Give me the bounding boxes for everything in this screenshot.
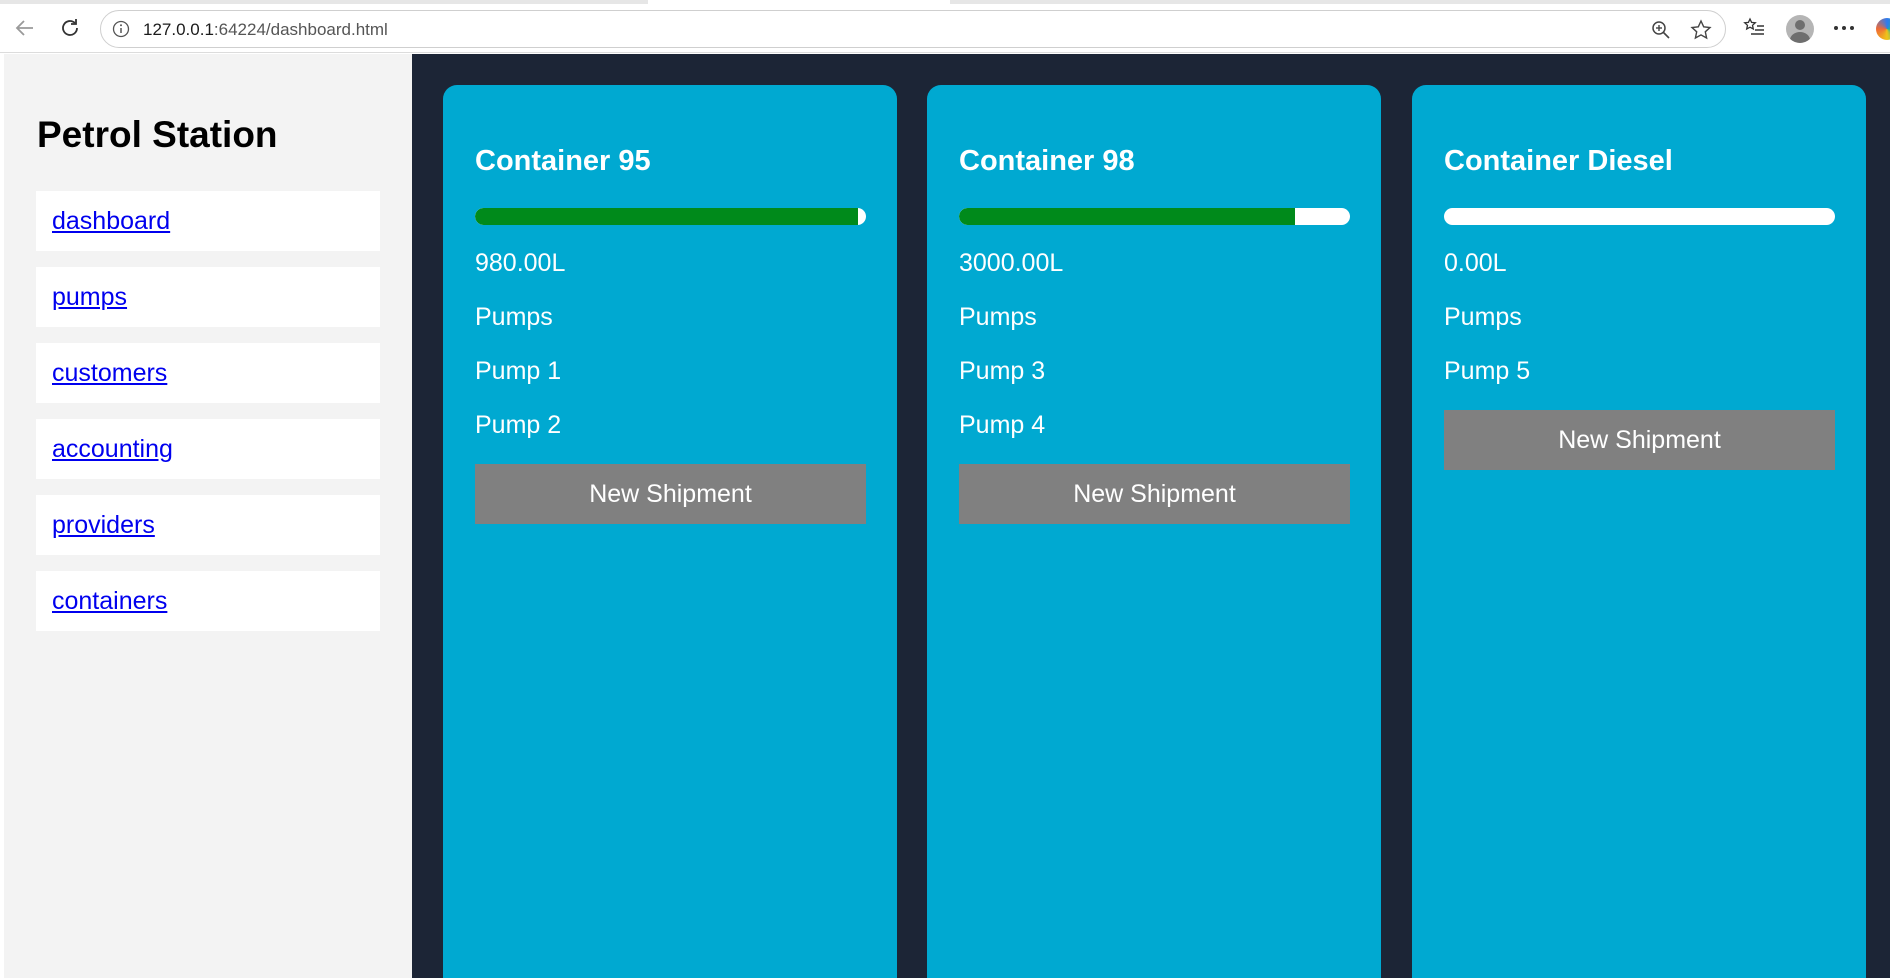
pumps-heading: Pumps (1444, 303, 1522, 331)
address-bar[interactable]: 127.0.0.1:64224/dashboard.html (100, 10, 1726, 48)
pump-item: Pump 5 (1444, 357, 1531, 385)
sidebar-item-accounting: accounting (36, 419, 380, 479)
container-card: Container 98 3000.00L Pumps Pump 3 Pump … (927, 85, 1381, 978)
container-title: Container 98 (959, 145, 1135, 177)
container-amount: 3000.00L (959, 249, 1064, 277)
container-title: Container Diesel (1444, 145, 1673, 177)
sidebar-item-pumps: pumps (36, 267, 380, 327)
copilot-icon[interactable] (1876, 18, 1890, 40)
nav-link-accounting[interactable]: accounting (52, 435, 173, 463)
nav-link-customers[interactable]: customers (52, 359, 167, 387)
browser-toolbar: 127.0.0.1:64224/dashboard.html (0, 4, 1890, 53)
pump-item: Pump 2 (475, 411, 562, 439)
zoom-icon[interactable] (1649, 18, 1673, 42)
sidebar-item-containers: containers (36, 571, 380, 631)
level-bar (1444, 208, 1835, 225)
container-amount: 980.00L (475, 249, 566, 277)
more-options-icon[interactable] (1827, 11, 1861, 45)
reload-icon[interactable] (53, 11, 87, 45)
sidebar: Petrol Station dashboard pumps customers… (4, 54, 412, 978)
info-icon[interactable] (111, 19, 131, 39)
back-arrow-icon[interactable] (8, 11, 42, 45)
sidebar-item-customers: customers (36, 343, 380, 403)
container-amount: 0.00L (1444, 249, 1507, 277)
profile-avatar[interactable] (1786, 15, 1814, 43)
sidebar-nav: dashboard pumps customers accounting pro… (36, 191, 380, 647)
dashboard-main: Container 95 980.00L Pumps Pump 1 Pump 2… (412, 54, 1890, 978)
container-card: Container 95 980.00L Pumps Pump 1 Pump 2… (443, 85, 897, 978)
level-bar-fill (959, 208, 1296, 225)
pump-item: Pump 4 (959, 411, 1046, 439)
new-shipment-button[interactable]: New Shipment (475, 464, 866, 524)
new-shipment-button[interactable]: New Shipment (959, 464, 1350, 524)
level-bar (475, 208, 866, 225)
favorites-list-icon[interactable] (1737, 11, 1771, 45)
star-icon[interactable] (1689, 18, 1713, 42)
level-bar-fill (475, 208, 859, 225)
level-bar (959, 208, 1350, 225)
nav-link-containers[interactable]: containers (52, 587, 167, 615)
container-card: Container Diesel 0.00L Pumps Pump 5 New … (1412, 85, 1866, 978)
url-text[interactable]: 127.0.0.1:64224/dashboard.html (143, 20, 388, 40)
pump-item: Pump 1 (475, 357, 562, 385)
page-viewport: Petrol Station dashboard pumps customers… (0, 54, 1890, 978)
sidebar-item-dashboard: dashboard (36, 191, 380, 251)
nav-link-providers[interactable]: providers (52, 511, 155, 539)
new-shipment-button[interactable]: New Shipment (1444, 410, 1835, 470)
pumps-heading: Pumps (959, 303, 1037, 331)
app-title: Petrol Station (37, 114, 278, 155)
sidebar-item-providers: providers (36, 495, 380, 555)
pump-item: Pump 3 (959, 357, 1046, 385)
nav-link-dashboard[interactable]: dashboard (52, 207, 170, 235)
nav-link-pumps[interactable]: pumps (52, 283, 127, 311)
pumps-heading: Pumps (475, 303, 553, 331)
container-title: Container 95 (475, 145, 651, 177)
